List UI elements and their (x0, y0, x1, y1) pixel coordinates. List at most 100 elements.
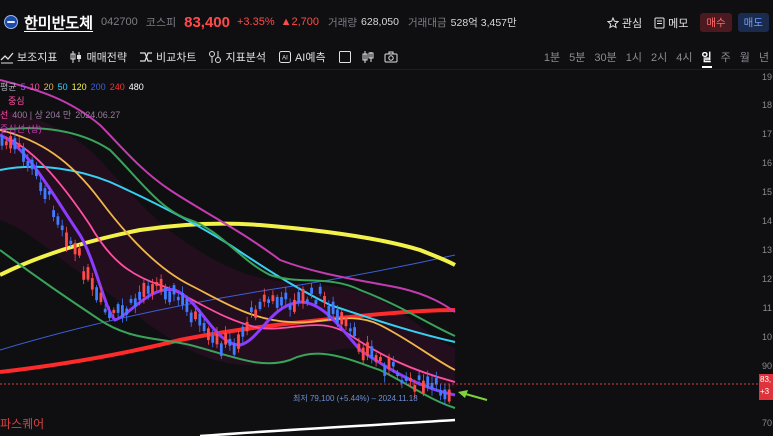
analysis-icon (209, 50, 222, 63)
ma-legend-row: 평균 5 10 20 50 120 200 240 480 (0, 80, 144, 94)
candle-body (267, 299, 270, 303)
candle-body (99, 292, 103, 303)
axis-tick: 15 (761, 187, 772, 197)
volume-label: 거래량 (328, 16, 358, 29)
candle-body (9, 136, 12, 149)
ma-legend-item: 200 (90, 82, 106, 92)
candle-body (305, 299, 309, 303)
candle-body (331, 301, 335, 315)
period-4h[interactable]: 4시 (676, 49, 692, 68)
strategy-tool[interactable]: 매매전략 (69, 49, 127, 65)
market-label: 코스피 (145, 17, 177, 29)
candle-body (86, 267, 90, 280)
candle-body (108, 312, 111, 319)
candle-body (125, 308, 129, 315)
period-1h[interactable]: 1시 (626, 49, 642, 68)
candle-body (391, 361, 395, 367)
candle-body (357, 343, 361, 352)
ma480-line (199, 418, 456, 436)
current-price: 83,400 (184, 13, 230, 31)
candle-body (0, 136, 4, 146)
candle-body (404, 376, 408, 381)
analysis-tool[interactable]: 지표분석 (208, 49, 266, 65)
candle-body (168, 291, 172, 303)
camera-icon[interactable] (384, 50, 398, 64)
candle-body (43, 188, 47, 200)
candle-body (327, 305, 331, 318)
period-year[interactable]: 년 (759, 49, 769, 68)
stock-header: 한미반도체 042700 코스피 83,400 +3.35% ▲2,700 거래… (0, 0, 773, 44)
strategy-label: 매매전략 (86, 51, 127, 64)
candle-body (241, 326, 245, 337)
period-week[interactable]: 주 (721, 49, 731, 68)
svg-text:AI: AI (282, 55, 288, 61)
candle-body (151, 284, 154, 294)
low-annotation: 최저 79,100 (+5.44%) – 2024.11.18 (293, 394, 418, 403)
star-icon (606, 16, 619, 29)
indicator-icon (0, 52, 14, 63)
candle-body (439, 390, 442, 396)
candle-body (4, 141, 8, 146)
layout-square-icon[interactable] (338, 50, 352, 64)
stock-name[interactable]: 한미반도체 (24, 12, 93, 33)
candle-body (198, 313, 202, 326)
candle-body (336, 309, 339, 323)
amount-label: 거래대금 (408, 16, 447, 29)
volume-value: 628,050 (361, 16, 399, 28)
candle-body (215, 333, 219, 345)
candle-body (181, 292, 184, 305)
candle-body (379, 356, 382, 362)
legend-line3-date: 2024.06.27 (75, 110, 121, 120)
candle-body (211, 335, 215, 343)
candle-body (73, 243, 77, 255)
period-5min[interactable]: 5분 (569, 49, 585, 68)
candle-body (413, 385, 417, 392)
compare-tool[interactable]: 비교차트 (139, 49, 196, 65)
memo-icon (654, 17, 665, 28)
period-2h[interactable]: 2시 (651, 49, 667, 68)
watch-button[interactable]: 관심 (606, 15, 642, 31)
candle-body (138, 291, 141, 300)
candle-body (142, 282, 146, 297)
period-1min[interactable]: 1분 (544, 49, 560, 68)
sell-button[interactable]: 매도 (737, 13, 769, 32)
candle-body (258, 301, 262, 310)
indicator-tool[interactable]: 보조지표 (0, 49, 57, 65)
ai-predict-tool[interactable]: AI AI예측 (278, 49, 326, 65)
ai-icon: AI (278, 50, 291, 63)
candle-body (56, 216, 60, 225)
candle-body (65, 232, 68, 247)
candle-body (447, 389, 451, 402)
ma-legend-item: 5 (20, 82, 26, 92)
legend-line4: 중심선 (상) (0, 124, 42, 134)
stock-code: 042700 (101, 16, 138, 28)
ma-legend-item: 50 (57, 82, 68, 92)
candle-body (409, 377, 412, 382)
price-tag-top: 83, (760, 375, 772, 384)
legend-center-label: 중심 (8, 96, 25, 106)
header-actions: 관심 메모 매수 매도 (606, 13, 769, 32)
period-day[interactable]: 일 (701, 49, 712, 68)
price-chart[interactable]: 평균 5 10 20 50 120 200 240 480 중심 선 400 | 상 204 … (0, 70, 773, 436)
legend-line3-a: 선 (0, 110, 9, 120)
candle-body (232, 343, 236, 355)
candle-body (52, 210, 55, 218)
buy-button[interactable]: 매수 (700, 13, 732, 32)
candle-body (202, 323, 206, 331)
candle-body (271, 295, 275, 302)
axis-tick: 14 (761, 216, 772, 226)
candle-body (340, 312, 344, 325)
memo-button[interactable]: 메모 (654, 15, 688, 31)
period-month[interactable]: 월 (740, 49, 750, 68)
candle-body (219, 343, 223, 356)
period-30min[interactable]: 30분 (594, 49, 616, 68)
candle-body (293, 299, 296, 312)
candle-body (284, 292, 288, 300)
candle-body (228, 338, 232, 346)
candle-body (422, 380, 425, 393)
candle-body (224, 332, 227, 345)
candle-body (396, 372, 399, 377)
axis-tick: 18 (761, 100, 772, 110)
candlestick-icon[interactable] (361, 50, 375, 64)
candle-body (400, 380, 404, 384)
